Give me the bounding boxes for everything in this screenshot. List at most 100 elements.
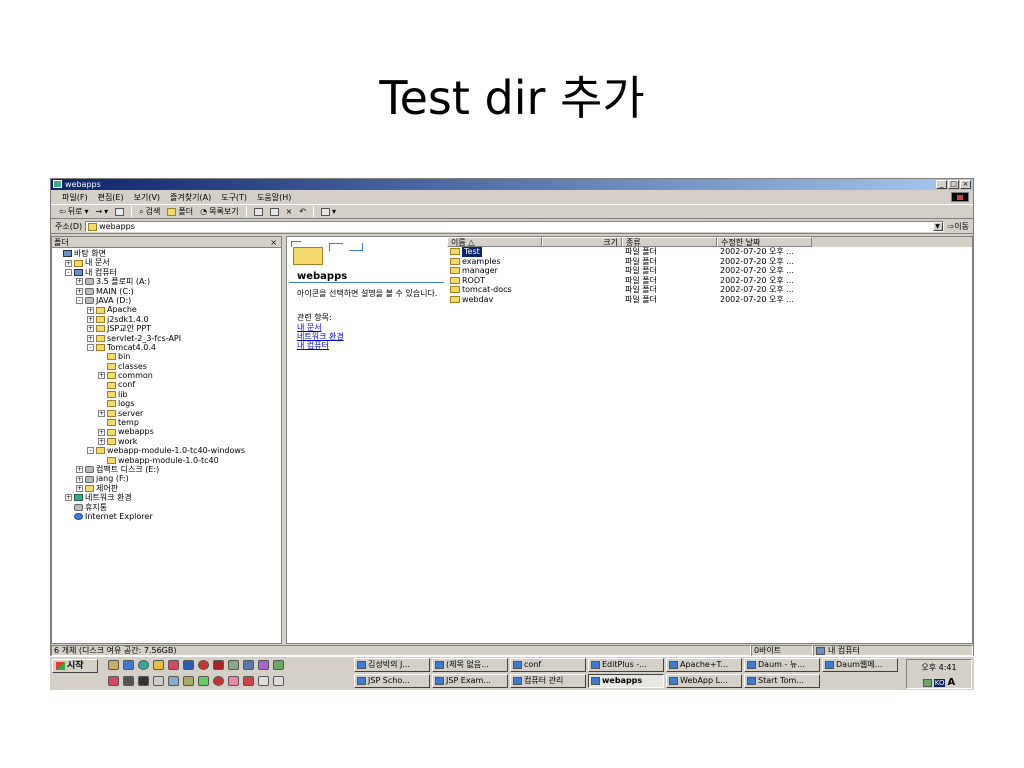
move-to-button[interactable] [252,207,265,216]
app-icon[interactable] [243,660,254,670]
collapse-icon[interactable]: - [65,268,72,276]
tree-node[interactable]: + jang (F:) [52,474,281,483]
menu-tools[interactable]: 도구(T) [216,192,252,203]
menu-edit[interactable]: 편집(E) [93,192,129,203]
tree-node[interactable]: - JAVA (D:) [52,296,281,305]
app-icon[interactable] [258,660,269,670]
collapse-icon[interactable]: - [87,447,94,455]
back-button[interactable]: ⇦ 뒤로 ▾ [57,206,90,217]
tree-node[interactable]: + 제어판 [52,484,281,493]
tree-node[interactable]: + 네트워크 환경 [52,493,281,502]
task-button[interactable]: webapps [588,674,664,688]
app-icon[interactable] [198,660,209,670]
app-icon[interactable] [108,676,119,686]
expand-icon[interactable]: + [98,372,105,380]
title-bar[interactable]: webapps _ □ × [51,179,973,190]
expand-icon[interactable]: + [65,494,72,502]
app-icon[interactable] [123,676,134,686]
app-icon[interactable] [138,676,149,686]
expand-icon[interactable]: + [76,278,83,286]
tree-node[interactable]: + common [52,371,281,380]
file-row[interactable]: Test 파일 폴더 2002-07-20 오후 ... [447,247,972,257]
tree-node[interactable]: + server [52,409,281,418]
tree-node[interactable]: Internet Explorer [52,512,281,521]
tree-node[interactable]: - Tomcat4.0.4 [52,343,281,352]
file-row[interactable]: examples 파일 폴더 2002-07-20 오후 ... [447,257,972,267]
task-button[interactable]: Apache+T... [666,658,742,672]
app-icon[interactable] [183,676,194,686]
desktop-icon[interactable] [108,660,119,670]
minimize-button[interactable]: _ [936,180,947,189]
copy-to-button[interactable] [268,207,281,216]
app-icon[interactable] [168,676,179,686]
app-icon[interactable] [213,676,224,686]
powerpoint-icon[interactable] [168,660,179,670]
task-button[interactable]: 컴퓨터 관리 [510,674,586,688]
task-button[interactable]: JSP Scho... [354,674,430,688]
tree-node[interactable]: classes [52,362,281,371]
expand-icon[interactable]: + [87,306,94,314]
app-icon[interactable] [243,676,254,686]
task-button[interactable]: Daum웹메... [822,658,898,672]
tree-node[interactable]: 바탕 화면 [52,249,281,258]
tree-node[interactable]: +3.5 플로피 (A:) [52,277,281,286]
task-button[interactable]: WebApp L... [666,674,742,688]
app-icon[interactable] [258,676,269,686]
tree-node[interactable]: 휴지통 [52,503,281,512]
explorer-icon[interactable] [153,660,164,670]
ime-lang[interactable]: KO [933,678,946,687]
tree-node[interactable]: + j2sdk1.4.0 [52,315,281,324]
app-icon[interactable] [153,676,164,686]
expand-icon[interactable]: + [87,315,94,323]
word-icon[interactable] [183,660,194,670]
delete-button[interactable]: × [284,207,295,216]
column-name[interactable]: 이름 △ [447,237,542,247]
tree-node[interactable]: webapp-module-1.0-tc40 [52,456,281,465]
maximize-button[interactable]: □ [948,180,959,189]
up-folder-button[interactable] [113,207,126,216]
collapse-icon[interactable]: - [87,344,94,352]
file-row[interactable]: ROOT 파일 폴더 2002-07-20 오후 ... [447,276,972,286]
ime-indicator[interactable]: KO A [907,677,971,688]
menu-help[interactable]: 도움말(H) [252,192,296,203]
search-button[interactable]: ⌕ 검색 [137,206,162,217]
address-dropdown-icon[interactable]: ▼ [932,222,943,231]
app-icon[interactable] [198,676,209,686]
app-icon[interactable] [273,676,284,686]
expand-icon[interactable]: + [98,409,105,417]
undo-button[interactable]: ↶ [297,207,308,216]
task-button[interactable]: (제목 없음... [432,658,508,672]
tree-node[interactable]: + MAIN (C:) [52,287,281,296]
expand-icon[interactable]: + [76,466,83,474]
column-modified[interactable]: 수정한 날짜 [717,237,812,247]
tree-node[interactable]: + servlet-2_3-fcs-API [52,334,281,343]
menu-favorites[interactable]: 즐겨찾기(A) [165,192,216,203]
tree-node[interactable]: conf [52,380,281,389]
app-icon[interactable] [273,660,284,670]
address-input[interactable]: webapps ▼ [85,221,944,232]
tree-node[interactable]: + work [52,437,281,446]
task-button[interactable]: Start Tom... [744,674,820,688]
expand-icon[interactable]: + [87,334,94,342]
expand-icon[interactable]: + [98,428,105,436]
link-my-computer[interactable]: 내 컴퓨터 [297,341,344,350]
tree-node[interactable]: + JSP교안 PPT [52,324,281,333]
forward-button[interactable]: → ▾ [93,207,110,216]
expand-icon[interactable]: + [76,287,83,295]
link-network-places[interactable]: 네트워크 환경 [297,332,344,341]
tray-app-icon[interactable] [922,678,932,687]
tree-node[interactable]: bin [52,352,281,361]
app-icon[interactable] [228,676,239,686]
task-button[interactable]: EditPlus -... [588,658,664,672]
task-button[interactable]: Daum - 뉴... [744,658,820,672]
views-button[interactable]: ▾ [319,207,338,216]
tree-node[interactable]: - 내 컴퓨터 [52,268,281,277]
tree-node[interactable]: lib [52,390,281,399]
start-button[interactable]: 시작 [52,659,98,673]
expand-icon[interactable]: + [87,325,94,333]
task-button[interactable]: JSP Exam... [432,674,508,688]
app-icon[interactable] [228,660,239,670]
tree-node[interactable]: + Apache [52,305,281,314]
tree-node[interactable]: temp [52,418,281,427]
tree-node[interactable]: + 컴팩트 디스크 (E:) [52,465,281,474]
